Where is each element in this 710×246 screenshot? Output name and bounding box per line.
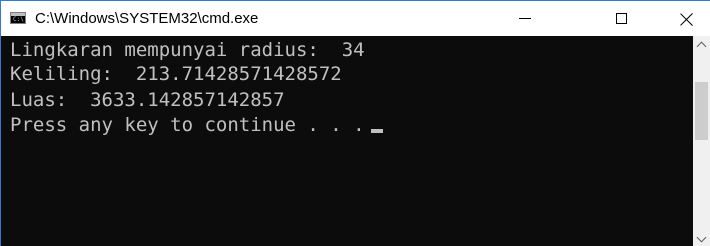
close-button[interactable] (664, 1, 710, 36)
console-line-keliling: Keliling: 213.71428571428572 (10, 63, 342, 85)
chevron-up-icon (696, 41, 707, 52)
text-cursor (370, 129, 383, 133)
chevron-down-icon (696, 232, 707, 243)
scrollbar-thumb[interactable] (695, 82, 708, 140)
maximize-icon (615, 13, 627, 24)
console-line-prompt: Press any key to continue . . . (10, 113, 383, 137)
minimize-icon (519, 18, 531, 19)
window-title: C:\Windows\SYSTEM32\cmd.exe (35, 10, 259, 27)
console-line-radius: Lingkaran mempunyai radius: 34 (10, 39, 365, 61)
scroll-down-button[interactable] (693, 230, 710, 246)
cmd-icon[interactable]: C:\ (10, 12, 26, 24)
minimize-button[interactable] (502, 1, 548, 36)
vertical-scrollbar[interactable] (693, 36, 710, 246)
console-output[interactable]: Lingkaran mempunyai radius: 34 Keliling:… (1, 36, 693, 246)
close-icon (680, 12, 694, 26)
maximize-button[interactable] (598, 1, 644, 36)
cmd-window: C:\ C:\Windows\SYSTEM32\cmd.exe Lingkara… (0, 0, 710, 246)
prompt-text: Press any key to continue . . . (10, 114, 365, 136)
cmd-icon-text: C:\ (13, 16, 24, 23)
scroll-up-button[interactable] (693, 36, 710, 53)
title-bar[interactable]: C:\ C:\Windows\SYSTEM32\cmd.exe (1, 1, 710, 36)
console-line-luas: Luas: 3633.142857142857 (10, 89, 285, 111)
